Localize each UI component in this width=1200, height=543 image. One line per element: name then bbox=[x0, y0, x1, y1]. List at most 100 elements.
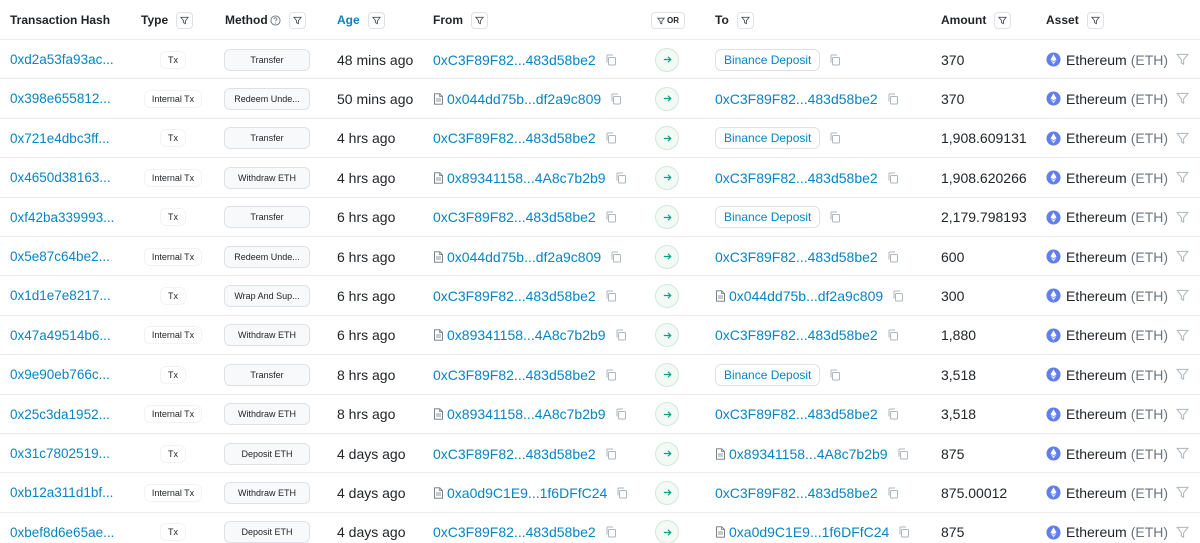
method-badge[interactable]: Withdraw ETH bbox=[224, 403, 310, 426]
transaction-hash-link[interactable]: 0x5e87c64be2... bbox=[10, 237, 110, 276]
transaction-hash-link[interactable]: 0x4650d38163... bbox=[10, 158, 111, 197]
copy-icon[interactable] bbox=[887, 487, 899, 499]
transaction-hash-link[interactable]: 0xf42ba339993... bbox=[10, 198, 114, 237]
filter-icon[interactable] bbox=[1176, 211, 1189, 224]
filter-icon[interactable] bbox=[1176, 53, 1189, 66]
from-address-link[interactable]: 0x044dd75b...df2a9c809 bbox=[447, 91, 601, 107]
filter-icon[interactable] bbox=[1176, 92, 1189, 105]
copy-icon[interactable] bbox=[615, 408, 627, 420]
from-address-link[interactable]: 0xC3F89F82...483d58be2 bbox=[433, 367, 596, 383]
copy-icon[interactable] bbox=[605, 290, 617, 302]
from-address-link[interactable]: 0xC3F89F82...483d58be2 bbox=[433, 288, 596, 304]
copy-icon[interactable] bbox=[829, 132, 841, 144]
to-address-link[interactable]: 0x89341158...4A8c7b2b9 bbox=[729, 446, 888, 462]
from-address-link[interactable]: 0xC3F89F82...483d58be2 bbox=[433, 524, 596, 540]
from-address-link[interactable]: 0x89341158...4A8c7b2b9 bbox=[447, 406, 606, 422]
asset-name[interactable]: Ethereum bbox=[1066, 406, 1127, 422]
copy-icon[interactable] bbox=[605, 526, 617, 538]
to-address-link[interactable]: 0xC3F89F82...483d58be2 bbox=[715, 170, 878, 186]
age-filter-button[interactable] bbox=[367, 11, 385, 29]
question-circle-icon[interactable] bbox=[270, 14, 281, 26]
filter-icon[interactable] bbox=[1176, 408, 1189, 421]
filter-icon[interactable] bbox=[1176, 526, 1189, 539]
from-filter-button[interactable] bbox=[471, 11, 488, 29]
filter-icon[interactable] bbox=[1176, 132, 1189, 145]
filter-icon[interactable] bbox=[1176, 486, 1189, 499]
copy-icon[interactable] bbox=[829, 369, 841, 381]
copy-icon[interactable] bbox=[610, 93, 622, 105]
from-address-link[interactable]: 0xC3F89F82...483d58be2 bbox=[433, 52, 596, 68]
from-address-link[interactable]: 0x044dd75b...df2a9c809 bbox=[447, 249, 601, 265]
transaction-hash-link[interactable]: 0x1d1e7e8217... bbox=[10, 276, 111, 315]
asset-name[interactable]: Ethereum bbox=[1066, 209, 1127, 225]
asset-name[interactable]: Ethereum bbox=[1066, 288, 1127, 304]
copy-icon[interactable] bbox=[892, 290, 904, 302]
method-badge[interactable]: Transfer bbox=[224, 127, 310, 150]
asset-name[interactable]: Ethereum bbox=[1066, 130, 1127, 146]
method-badge[interactable]: Withdraw ETH bbox=[224, 481, 310, 504]
filter-icon[interactable] bbox=[1176, 171, 1189, 184]
copy-icon[interactable] bbox=[829, 54, 841, 66]
asset-filter-button[interactable] bbox=[1086, 11, 1104, 29]
to-label-badge[interactable]: Binance Deposit bbox=[715, 48, 821, 71]
type-filter-button[interactable] bbox=[176, 11, 194, 29]
asset-name[interactable]: Ethereum bbox=[1066, 485, 1127, 501]
transaction-hash-link[interactable]: 0x9e90eb766c... bbox=[10, 355, 110, 394]
asset-name[interactable]: Ethereum bbox=[1066, 327, 1127, 343]
copy-icon[interactable] bbox=[887, 251, 899, 263]
from-address-link[interactable]: 0xC3F89F82...483d58be2 bbox=[433, 446, 596, 462]
from-address-link[interactable]: 0xC3F89F82...483d58be2 bbox=[433, 209, 596, 225]
filter-icon[interactable] bbox=[1176, 250, 1189, 263]
copy-icon[interactable] bbox=[610, 251, 622, 263]
method-filter-button[interactable] bbox=[288, 11, 306, 29]
copy-icon[interactable] bbox=[616, 487, 628, 499]
copy-icon[interactable] bbox=[605, 54, 617, 66]
method-badge[interactable]: Transfer bbox=[224, 206, 310, 229]
transaction-hash-link[interactable]: 0x31c7802519... bbox=[10, 434, 110, 473]
asset-name[interactable]: Ethereum bbox=[1066, 367, 1127, 383]
filter-icon[interactable] bbox=[1176, 329, 1189, 342]
or-filter-button[interactable]: OR bbox=[651, 12, 685, 29]
transaction-hash-link[interactable]: 0x47a49514b6... bbox=[10, 316, 111, 355]
asset-name[interactable]: Ethereum bbox=[1066, 446, 1127, 462]
to-filter-button[interactable] bbox=[736, 11, 754, 29]
to-address-link[interactable]: 0xa0d9C1E9...1f6DFfC24 bbox=[729, 524, 889, 540]
to-address-link[interactable]: 0x044dd75b...df2a9c809 bbox=[729, 288, 883, 304]
from-address-link[interactable]: 0xC3F89F82...483d58be2 bbox=[433, 130, 596, 146]
copy-icon[interactable] bbox=[898, 526, 910, 538]
method-badge[interactable]: Redeem Unde... bbox=[224, 245, 310, 268]
method-badge[interactable]: Withdraw ETH bbox=[224, 324, 310, 347]
method-badge[interactable]: Wrap And Sup... bbox=[224, 284, 310, 307]
method-badge[interactable]: Transfer bbox=[224, 363, 310, 386]
filter-icon[interactable] bbox=[1176, 368, 1189, 381]
from-address-link[interactable]: 0xa0d9C1E9...1f6DFfC24 bbox=[447, 485, 607, 501]
to-address-link[interactable]: 0xC3F89F82...483d58be2 bbox=[715, 91, 878, 107]
transaction-hash-link[interactable]: 0x721e4dbc3ff... bbox=[10, 119, 110, 158]
copy-icon[interactable] bbox=[605, 211, 617, 223]
copy-icon[interactable] bbox=[887, 172, 899, 184]
method-badge[interactable]: Redeem Unde... bbox=[224, 87, 310, 110]
transaction-hash-link[interactable]: 0xb12a311d1bf... bbox=[10, 473, 113, 512]
amount-filter-button[interactable] bbox=[994, 11, 1012, 29]
from-address-link[interactable]: 0x89341158...4A8c7b2b9 bbox=[447, 170, 606, 186]
copy-icon[interactable] bbox=[887, 93, 899, 105]
copy-icon[interactable] bbox=[887, 408, 899, 420]
copy-icon[interactable] bbox=[605, 448, 617, 460]
transaction-hash-link[interactable]: 0xbef8d6e65ae... bbox=[10, 513, 114, 543]
copy-icon[interactable] bbox=[897, 448, 909, 460]
filter-icon[interactable] bbox=[1176, 447, 1189, 460]
method-badge[interactable]: Deposit ETH bbox=[224, 521, 310, 543]
copy-icon[interactable] bbox=[615, 329, 627, 341]
asset-name[interactable]: Ethereum bbox=[1066, 52, 1127, 68]
copy-icon[interactable] bbox=[605, 369, 617, 381]
from-address-link[interactable]: 0x89341158...4A8c7b2b9 bbox=[447, 327, 606, 343]
asset-name[interactable]: Ethereum bbox=[1066, 170, 1127, 186]
to-label-badge[interactable]: Binance Deposit bbox=[715, 363, 821, 386]
asset-name[interactable]: Ethereum bbox=[1066, 91, 1127, 107]
to-label-badge[interactable]: Binance Deposit bbox=[715, 127, 821, 150]
copy-icon[interactable] bbox=[829, 211, 841, 223]
transaction-hash-link[interactable]: 0xd2a53fa93ac... bbox=[10, 40, 114, 79]
to-address-link[interactable]: 0xC3F89F82...483d58be2 bbox=[715, 406, 878, 422]
method-badge[interactable]: Transfer bbox=[224, 48, 310, 71]
to-address-link[interactable]: 0xC3F89F82...483d58be2 bbox=[715, 485, 878, 501]
